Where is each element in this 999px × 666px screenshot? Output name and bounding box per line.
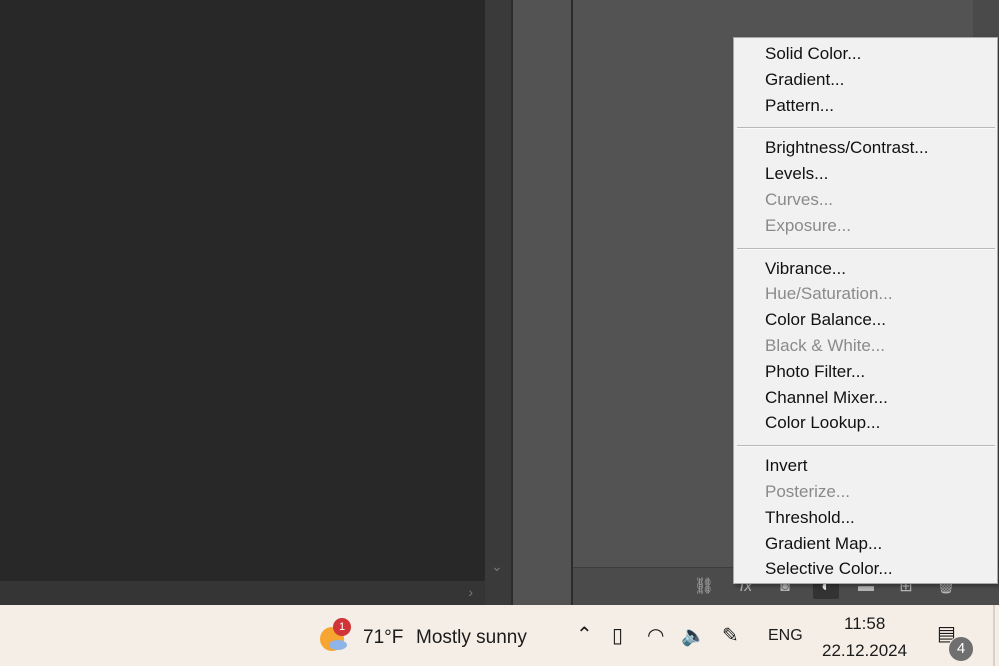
menu-item-gradient[interactable]: Gradient... — [765, 70, 844, 90]
menu-separator — [737, 445, 995, 448]
menu-item-exposure: Exposure... — [765, 215, 851, 235]
menu-separator — [737, 127, 995, 130]
menu-item-solid-color[interactable]: Solid Color... — [765, 44, 861, 64]
scroll-right-icon[interactable]: › — [468, 584, 473, 600]
adjustment-layer-menu: Solid Color... Gradient... Pattern... Brigh… — [733, 37, 998, 584]
menu-item-brightness-contrast[interactable]: Brightness/Contrast... — [765, 138, 928, 158]
menu-item-selective-color[interactable]: Selective Color... — [765, 559, 893, 579]
menu-item-photo-filter[interactable]: Photo Filter... — [765, 362, 865, 382]
language-indicator[interactable]: ENG — [768, 627, 803, 645]
menu-item-levels[interactable]: Levels... — [765, 164, 828, 184]
menu-item-curves: Curves... — [765, 190, 834, 209]
menu-separator — [737, 247, 995, 250]
menu-item-vibrance[interactable]: Vibrance... — [765, 259, 846, 279]
show-hidden-icons-chevron-icon[interactable]: ⌃ — [576, 622, 593, 647]
taskbar: 1 71°F Mostly sunny ⌃ ▯ ◠ 🔈 ✎ ENG 11:58 … — [0, 605, 999, 666]
menu-item-color-lookup[interactable]: Color Lookup... — [765, 413, 880, 433]
clock-time[interactable]: 11:58 — [844, 614, 885, 634]
clock-date[interactable]: 22.12.2024 — [822, 641, 907, 661]
panel-dock-strip — [513, 0, 571, 605]
link-icon[interactable]: ⛓ — [691, 575, 717, 599]
show-desktop-button[interactable] — [993, 605, 995, 666]
notification-count-badge: 4 — [948, 636, 974, 662]
menu-item-channel-mixer[interactable]: Channel Mixer... — [765, 388, 888, 408]
weather-badge: 1 — [333, 618, 351, 636]
pen-icon[interactable]: ✎ — [722, 623, 739, 648]
weather-condition[interactable]: Mostly sunny — [416, 627, 527, 649]
menu-item-black-white: Black & White... — [765, 336, 885, 355]
menu-item-pattern[interactable]: Pattern... — [765, 96, 834, 116]
weather-temperature[interactable]: 71°F — [363, 627, 403, 649]
menu-item-color-balance[interactable]: Color Balance... — [765, 310, 886, 330]
menu-item-gradient-map[interactable]: Gradient Map... — [765, 534, 882, 554]
menu-item-hue-saturation: Hue/Saturation... — [765, 284, 893, 304]
wifi-icon[interactable]: ◠ — [647, 623, 664, 648]
scrollbar-corner — [485, 581, 511, 605]
usb-drive-icon[interactable]: ▯ — [612, 623, 623, 648]
canvas-horizontal-scrollbar[interactable]: › — [0, 581, 485, 605]
document-canvas[interactable] — [0, 0, 485, 581]
volume-icon[interactable]: 🔈 — [681, 623, 706, 648]
menu-item-posterize: Posterize... — [765, 482, 851, 501]
menu-item-threshold[interactable]: Threshold... — [765, 508, 855, 528]
menu-item-invert[interactable]: Invert — [765, 456, 808, 476]
canvas-vertical-scrollbar[interactable]: ⌄ — [485, 0, 511, 581]
scroll-down-icon[interactable]: ⌄ — [491, 558, 503, 575]
